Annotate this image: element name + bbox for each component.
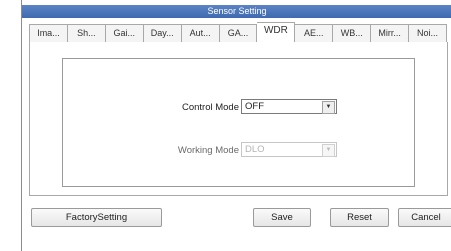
control-mode-label: Control Mode bbox=[181, 102, 239, 113]
tab-gain[interactable]: Gai... bbox=[105, 24, 144, 43]
tab-content-panel: Control Mode OFF ▼ Working Mode DLO ▼ bbox=[29, 42, 448, 196]
cancel-button[interactable]: Cancel bbox=[398, 208, 451, 227]
working-mode-label: Working Mode bbox=[177, 145, 239, 156]
tab-ae[interactable]: AE... bbox=[295, 24, 334, 43]
tab-image[interactable]: Ima... bbox=[29, 24, 68, 43]
wdr-group-box: Control Mode OFF ▼ Working Mode DLO ▼ bbox=[62, 58, 415, 187]
tab-wdr[interactable]: WDR bbox=[257, 22, 296, 43]
tab-gamma[interactable]: GA... bbox=[219, 24, 258, 43]
sensor-setting-window: Sensor Setting Ima... Sh... Gai... Day..… bbox=[21, 0, 451, 251]
reset-button[interactable]: Reset bbox=[330, 208, 389, 227]
working-mode-value: DLO bbox=[245, 144, 265, 155]
chevron-down-icon: ▼ bbox=[322, 144, 335, 157]
control-mode-value: OFF bbox=[245, 101, 264, 112]
tab-bar: Ima... Sh... Gai... Day... Aut... GA... … bbox=[29, 22, 447, 43]
working-mode-select[interactable]: DLO ▼ bbox=[241, 142, 337, 157]
save-button[interactable]: Save bbox=[253, 208, 311, 227]
tab-noise[interactable]: Noi... bbox=[409, 24, 447, 43]
chevron-down-icon[interactable]: ▼ bbox=[322, 101, 335, 114]
window-title: Sensor Setting bbox=[22, 5, 451, 18]
tab-sharpness[interactable]: Sh... bbox=[67, 24, 106, 43]
tab-mirror[interactable]: Mirr... bbox=[371, 24, 410, 43]
tab-auto[interactable]: Aut... bbox=[181, 24, 220, 43]
tab-day-night[interactable]: Day... bbox=[143, 24, 182, 43]
control-mode-select[interactable]: OFF ▼ bbox=[241, 99, 337, 114]
factory-setting-button[interactable]: FactorySetting bbox=[31, 208, 162, 227]
tab-wb[interactable]: WB... bbox=[333, 24, 372, 43]
